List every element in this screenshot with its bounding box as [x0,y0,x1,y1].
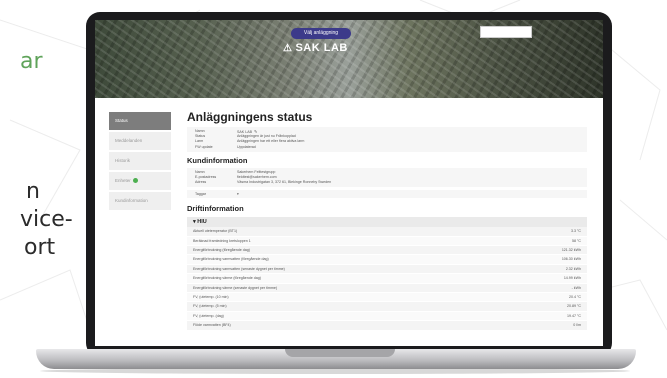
row-label: FV, (utetemp. (dag) [193,313,224,318]
marketing-text: ar n vice- ort [0,0,95,378]
drift-table: Aktuell utetemperatur (BT1) 3.3 °C Beräkn… [187,227,587,331]
row-label: Beräknad framledning kretsloppen 1 [193,238,251,243]
sidebar-item-kundinformation[interactable]: Kundinformation [109,192,171,212]
row-value: 20.4 °C [568,295,581,300]
tags-row[interactable]: Taggar ▾ [187,190,587,199]
sidebar-item-label: Historik [115,158,131,163]
row-label: Aktuell utetemperatur (BT1) [193,229,238,234]
marketing-line: n [26,179,40,204]
row-value: 58 °C [571,238,581,243]
table-row: Flöde varmvatten (BF4) 0 l/m [187,321,587,331]
site-title: ⚠ SAK LAB [283,42,348,54]
table-row: FV, (utetemp. (10 min) 20.4 °C [187,293,587,303]
marketing-line: vice- [20,207,73,232]
customer-block: Namn Sakerhem Felttestgrupp E-postadress f… [187,167,587,188]
status-dot-icon [132,178,138,184]
row-label: Energiförbrukning varmvatten (senaste dy… [193,266,285,271]
table-row: Energiförbrukning varmvatten (senaste dy… [187,264,587,275]
sidebar-item-enheter[interactable]: Enheter [109,172,171,192]
table-row: FV, (utetemp. (dag) 19.47 °C [187,311,587,322]
sidebar-item-status[interactable]: Status [109,112,171,132]
row-label: Energiförbrukning värme (senaste dygnet … [193,285,278,290]
row-label: Flöde varmvatten (BF4) [193,323,231,328]
chevron-down-icon[interactable]: ▾ [237,190,239,198]
hero-search-input[interactable] [480,26,532,38]
row-label: Energiförbrukning varmvatten (föregående… [193,257,269,262]
row-value: - kWh [571,285,581,290]
laptop-screen: Välj anläggning ⚠ SAK LAB Status Meddelan… [95,20,603,346]
row-value: 3.3 °C [570,229,581,234]
table-row: Energiförbrukning värme (senaste dygnet … [187,283,587,294]
row-label: FV, (utetemp. (10 min) [193,295,229,300]
section-heading-driftinformation: Driftinformation [187,204,244,214]
row-value: 2.32 kWh [565,266,581,271]
row-value: 19.47 °C [566,313,581,318]
row-value: 121.32 kWh [561,248,581,253]
table-row: Beräknad framledning kretsloppen 1 58 °C [187,236,587,247]
marketing-line: ar [20,49,43,74]
sidebar-item-label: Enheter [115,178,131,183]
row-label: FV, (utetemp. (5 min) [193,304,227,309]
row-value: 0 l/m [573,323,581,328]
kv-row: Adress Väsma Industrigatan 3, 372 61, Ble… [187,180,587,185]
choose-site-button[interactable]: Välj anläggning [291,28,351,39]
page-title: Anläggningens status [187,110,313,124]
marketing-line: ort [24,235,56,260]
kv-value: Väsma Industrigatan 3, 372 61, Blekinge … [237,180,332,185]
table-row: Energiförbrukning värme (föregående dag)… [187,274,587,284]
sidebar-item-meddelanden[interactable]: Meddelanden [109,132,171,152]
section-heading-kundinformation: Kundinformation [187,155,248,165]
sidebar-item-label: Kundinformation [115,198,148,203]
laptop-notch [285,349,395,357]
sidebar-item-label: Status [115,118,128,123]
kv-key: Adress [195,180,207,185]
kv-key: FW update [195,144,213,149]
hiu-accordion-header[interactable]: ▾ HIU [187,217,587,228]
table-row: Energiförbrukning (föregående dag) 121.32… [187,246,587,256]
row-label: Energiförbrukning (föregående dag) [193,248,250,253]
row-value: 106.30 kWh [561,257,581,262]
chevron-down-icon: ▾ [193,219,196,226]
kv-row: FW update Uppdaterad [187,145,587,150]
row-value: 14.99 kWh [563,276,581,281]
warning-icon: ⚠ [283,43,293,54]
main-content: Anläggningens status Namn SAK LAB ✎ Status… [187,110,587,331]
hiu-label: HIU [197,219,207,226]
status-block: Namn SAK LAB ✎ Status Anläggningen är just … [187,127,587,152]
row-value: 20.89 °C [566,304,581,309]
sidebar-item-historik[interactable]: Historik [109,152,171,172]
sidebar: Status Meddelanden Historik Enheter Kund… [109,112,171,212]
site-title-text: SAK LAB [295,42,348,54]
hero-banner: Välj anläggning ⚠ SAK LAB [95,20,603,98]
tags-label: Taggar [195,192,206,197]
row-label: Energiförbrukning värme (föregående dag) [193,276,261,281]
table-row: Aktuell utetemperatur (BT1) 3.3 °C [187,227,587,237]
sidebar-item-label: Meddelanden [115,138,143,143]
table-row: FV, (utetemp. (5 min) 20.89 °C [187,302,587,312]
table-row: Energiförbrukning varmvatten (föregående… [187,255,587,265]
kv-value: Uppdaterad [237,144,256,149]
